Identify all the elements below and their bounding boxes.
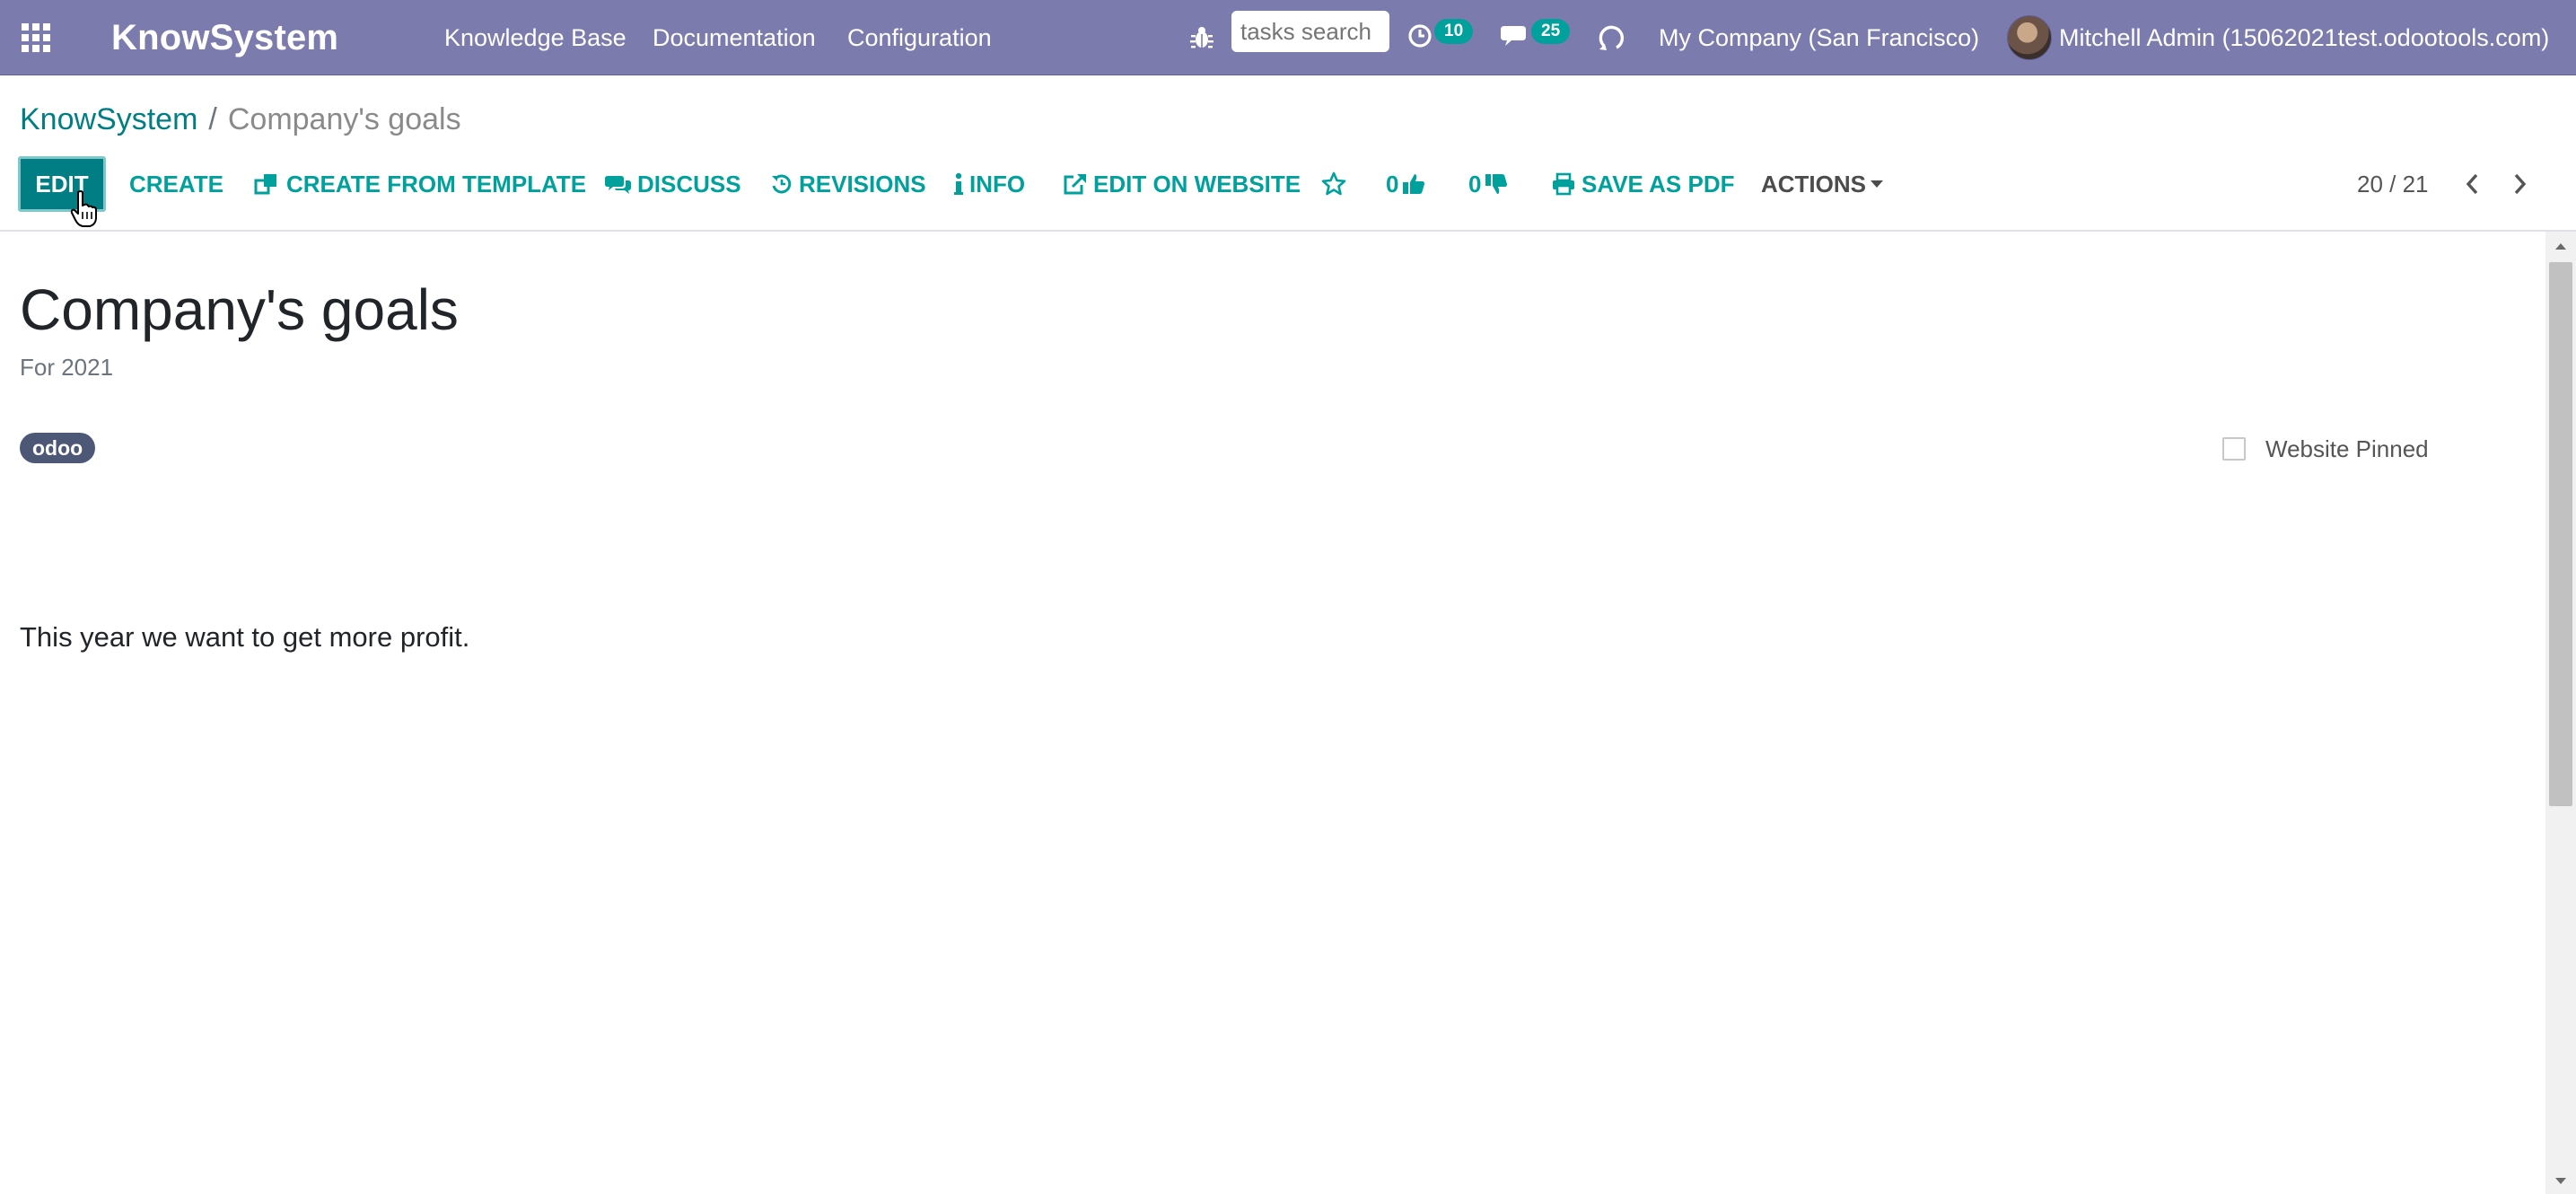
actions-dropdown[interactable]: ACTIONS [1761,156,1884,212]
star-icon [1321,171,1346,196]
hand-cursor-icon [70,190,101,233]
article-subtitle: For 2021 [20,354,114,381]
comments-icon [605,176,631,194]
clone-icon [254,174,276,195]
create-button[interactable]: CREATE [129,156,223,212]
chat-icon [1501,23,1529,53]
menu-documentation[interactable]: Documentation [653,0,816,75]
info-icon [954,172,963,195]
info-label: INFO [969,170,1026,198]
dislikes-count: 0 [1468,170,1482,198]
breadcrumb: KnowSystem / Company's goals [20,99,461,140]
external-link-icon [1064,174,1086,195]
info-button[interactable]: INFO [953,156,1025,212]
save-as-pdf-label: SAVE AS PDF [1582,170,1735,198]
thumbs-up-icon [1403,174,1425,194]
dislike-button[interactable]: 0 [1468,156,1508,212]
avatar [2007,15,2052,60]
thumbs-down-icon [1485,174,1508,194]
likes-count: 0 [1386,170,1399,198]
user-name: Mitchell Admin (15062021test.odootools.c… [2059,23,2550,51]
print-icon [1553,172,1574,196]
switch-icon[interactable] [1594,0,1630,75]
user-menu[interactable]: Mitchell Admin (15062021test.odootools.c… [2007,0,2549,75]
chevron-left-icon [2466,173,2478,195]
website-pinned-label: Website Pinned [2265,435,2429,462]
favorite-star-button[interactable] [1321,156,1352,212]
create-from-template-label: CREATE FROM TEMPLATE [286,170,587,198]
article-sheet: Company's goals For 2021 odoo Website Pi… [0,232,2545,1194]
scroll-up-arrow[interactable] [2545,235,2576,257]
edit-on-website-button[interactable]: EDIT ON WEBSITE [1063,156,1301,212]
activity-count-badge: 10 [1434,19,1474,44]
discuss-button[interactable]: DISCUSS [605,156,741,212]
article-title: Company's goals [20,277,459,342]
article-tag: odoo [20,433,96,463]
breadcrumb-separator: / [208,101,217,136]
clock-icon [1407,23,1433,53]
revisions-button[interactable]: REVISIONS [770,156,926,212]
action-toolbar: EDIT CREATE CREATE FROM TEMPLATE DISCUSS… [0,156,2576,212]
menu-knowledge-base[interactable]: Knowledge Base [444,0,626,75]
edit-on-website-label: EDIT ON WEBSITE [1093,170,1301,198]
discuss-label: DISCUSS [637,170,741,198]
chevron-right-icon [2514,173,2527,195]
website-pinned-field: Website Pinned [2222,431,2429,467]
menu-configuration[interactable]: Configuration [847,0,992,75]
pager-next-button[interactable] [2504,156,2537,212]
pager-previous-button[interactable] [2456,156,2488,212]
top-navbar: KnowSystem Knowledge Base Documentation … [0,0,2576,75]
save-as-pdf-button[interactable]: SAVE AS PDF [1551,156,1734,212]
bug-icon[interactable] [1187,0,1217,75]
article-body: This year we want to get more profit. [20,621,470,653]
tasks-search-input[interactable] [1231,11,1389,52]
revisions-label: REVISIONS [799,170,926,198]
apps-grid-icon[interactable] [18,0,54,75]
company-switcher[interactable]: My Company (San Francisco) [1659,0,1979,75]
breadcrumb-current: Company's goals [227,101,461,136]
actions-label: ACTIONS [1761,170,1866,198]
messages-count-badge: 25 [1531,19,1571,44]
caret-down-icon [1871,180,1883,188]
messages-menu[interactable]: 25 [1501,0,1571,75]
app-brand[interactable]: KnowSystem [111,0,338,75]
website-pinned-checkbox[interactable] [2222,437,2246,461]
create-from-template-button[interactable]: CREATE FROM TEMPLATE [254,156,586,212]
scroll-down-arrow[interactable] [2545,1171,2576,1192]
like-button[interactable]: 0 [1386,156,1425,212]
breadcrumb-root[interactable]: KnowSystem [20,102,197,137]
history-icon [772,174,792,194]
activity-menu[interactable]: 10 [1407,0,1474,75]
vertical-scrollbar[interactable] [2545,232,2576,1194]
scrollbar-thumb[interactable] [2549,262,2572,806]
